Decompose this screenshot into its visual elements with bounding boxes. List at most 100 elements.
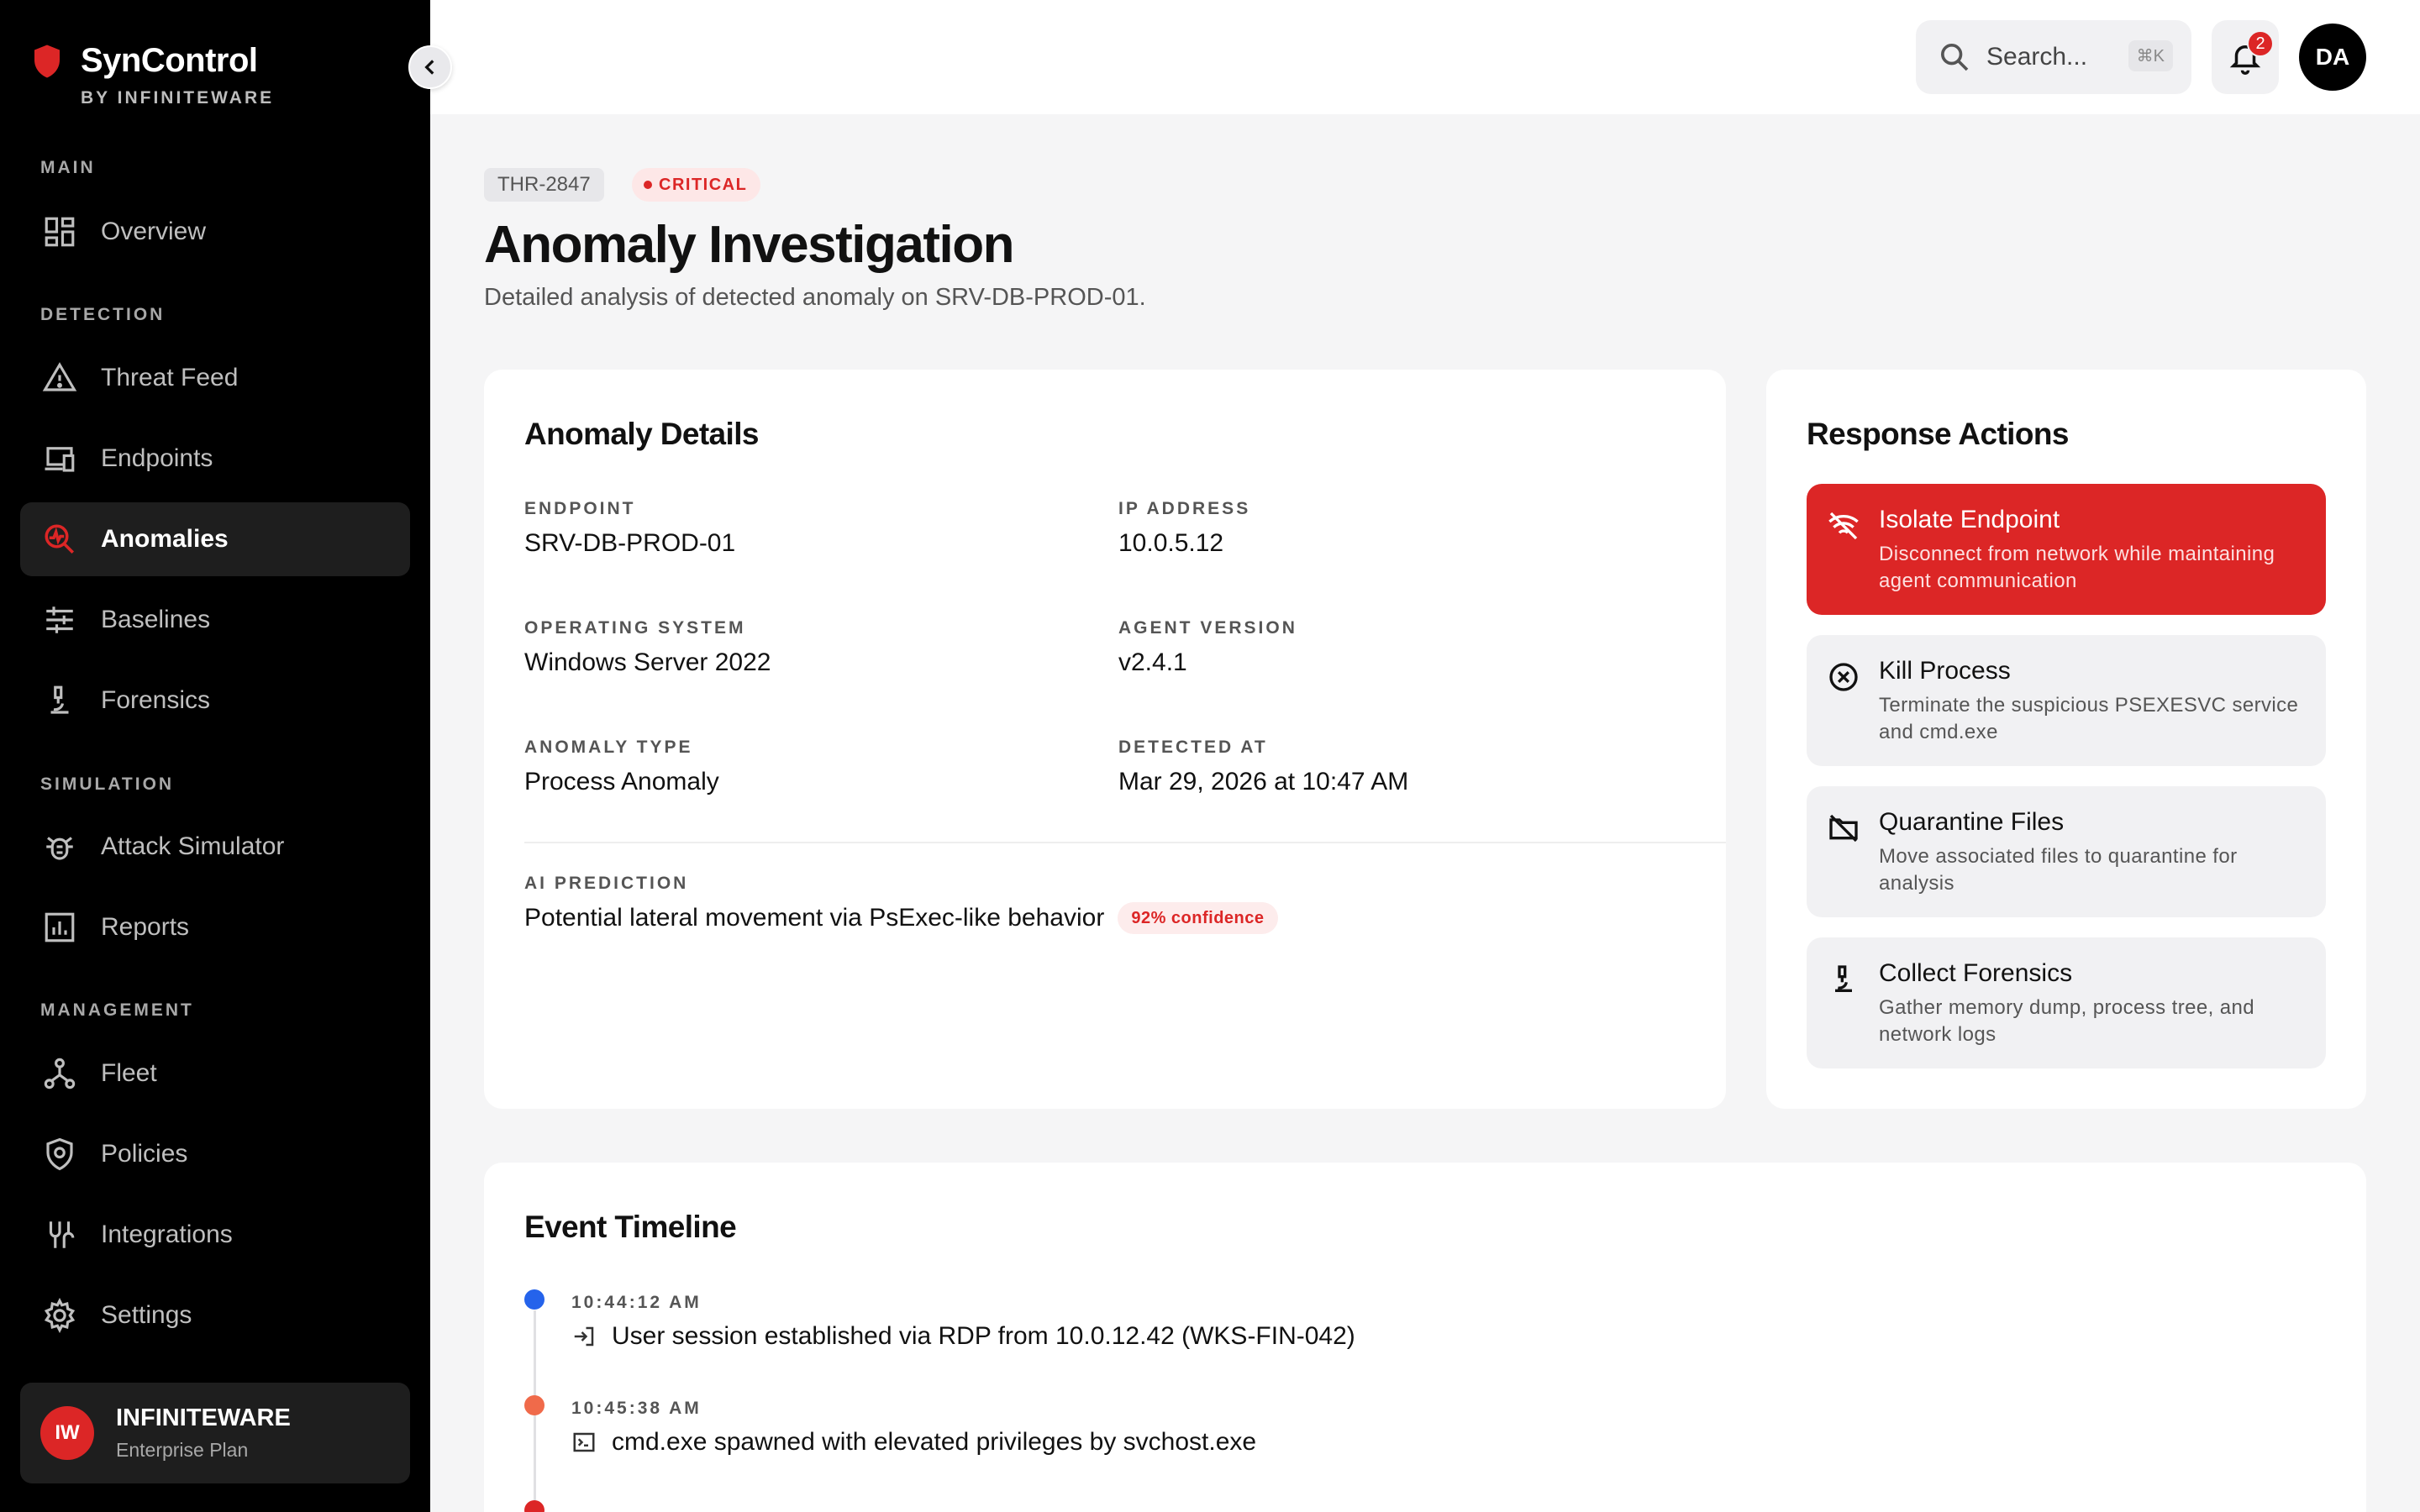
sidebar-item-baselines[interactable]: Baselines <box>20 583 410 657</box>
x-circle-icon <box>1829 663 1858 691</box>
sidebar-item-threat-feed[interactable]: Threat Feed <box>20 341 410 415</box>
collect-forensics-button[interactable]: Collect Forensics Gather memory dump, pr… <box>1807 937 2326 1068</box>
os-label: OPERATING SYSTEM <box>524 618 746 638</box>
action-description: Terminate the suspicious PSEXESVC servic… <box>1879 694 2299 743</box>
search-placeholder: Search... <box>1986 43 2088 71</box>
os-value: Windows Server 2022 <box>524 648 771 676</box>
chevron-left-icon <box>424 60 434 75</box>
severity-badge: CRITICAL <box>632 168 761 202</box>
search-input[interactable]: Search... ⌘K <box>1916 20 2191 94</box>
shield-logo-icon <box>34 45 60 77</box>
org-name: INFINITEWARE <box>116 1404 291 1431</box>
page-subtitle: Detailed analysis of detected anomaly on… <box>484 284 1146 311</box>
action-description: Disconnect from network while maintainin… <box>1879 543 2275 592</box>
nav-section-management: MANAGEMENT <box>40 1000 194 1020</box>
terminal-icon <box>573 1432 595 1452</box>
org-avatar: IW <box>40 1406 94 1460</box>
prediction-value: Potential lateral movement via PsExec-li… <box>524 904 1105 932</box>
microscope-icon <box>50 685 69 714</box>
severity-dot <box>644 181 652 189</box>
type-label: ANOMALY TYPE <box>524 738 693 757</box>
sidebar-item-settings[interactable]: Settings <box>20 1278 410 1352</box>
prediction-row: Potential lateral movement via PsExec-li… <box>524 902 1278 934</box>
action-description: Move associated files to quarantine for … <box>1879 845 2238 895</box>
sidebar-item-label: Fleet <box>101 1059 157 1087</box>
action-title: Collect Forensics <box>1879 959 2073 987</box>
event-text: cmd.exe spawned with elevated privileges… <box>612 1428 1257 1456</box>
sidebar-item-label: Threat Feed <box>101 364 239 391</box>
search-icon <box>1941 44 1969 71</box>
sidebar-item-integrations[interactable]: Integrations <box>20 1198 410 1272</box>
ip-label: IP ADDRESS <box>1118 499 1251 518</box>
anomaly-icon <box>45 524 74 554</box>
agent-label: AGENT VERSION <box>1118 618 1297 638</box>
confidence-badge: 92% confidence <box>1118 902 1278 934</box>
card-title: Response Actions <box>1807 417 2069 451</box>
sidebar-item-attack-simulator[interactable]: Attack Simulator <box>20 810 410 884</box>
sliders-icon <box>46 606 73 633</box>
folder-off-icon <box>1829 814 1858 843</box>
wifi-off-icon <box>1828 512 1859 540</box>
brand-name: SynControl <box>81 42 258 79</box>
nav-section-simulation: SIMULATION <box>40 774 175 794</box>
plug-icon <box>49 1221 75 1248</box>
sidebar-item-policies[interactable]: Policies <box>20 1117 410 1191</box>
sidebar-item-label: Anomalies <box>101 525 229 553</box>
sidebar-item-reports[interactable]: Reports <box>20 890 410 964</box>
sidebar-item-endpoints[interactable]: Endpoints <box>20 422 410 496</box>
nav-section-main: MAIN <box>40 158 96 177</box>
sidebar-item-label: Baselines <box>101 606 211 633</box>
isolate-endpoint-button[interactable]: Isolate Endpoint Disconnect from network… <box>1807 484 2326 615</box>
detected-label: DETECTED AT <box>1118 738 1268 757</box>
sidebar-item-fleet[interactable]: Fleet <box>20 1037 410 1110</box>
sidebar-item-overview[interactable]: Overview <box>20 195 410 269</box>
sidebar-item-label: Forensics <box>101 686 211 714</box>
card-title: Anomaly Details <box>524 417 759 451</box>
event-text: User session established via RDP from 10… <box>612 1322 1355 1350</box>
sidebar-item-anomalies[interactable]: Anomalies <box>20 502 410 576</box>
card-title: Event Timeline <box>524 1210 737 1244</box>
gear-icon <box>44 1298 76 1333</box>
dashboard-icon <box>45 217 75 247</box>
user-avatar[interactable]: DA <box>2299 24 2366 91</box>
collapse-sidebar-button[interactable] <box>408 45 452 89</box>
timeline-event: User session established via RDP from 10… <box>571 1322 1355 1351</box>
nav-section-detection: DETECTION <box>40 305 166 324</box>
notifications-button[interactable]: 2 <box>2212 20 2279 94</box>
sidebar: SynControl BY INFINITEWARE MAIN Overview… <box>0 0 430 1512</box>
endpoint-value: SRV-DB-PROD-01 <box>524 529 736 557</box>
sidebar-item-label: Integrations <box>101 1221 233 1248</box>
warning-icon <box>42 362 77 391</box>
type-value: Process Anomaly <box>524 768 719 795</box>
sidebar-item-label: Policies <box>101 1140 188 1168</box>
timeline-dot <box>524 1289 544 1310</box>
action-title: Kill Process <box>1879 657 2011 685</box>
timeline-event: cmd.exe spawned with elevated privileges… <box>571 1428 1256 1457</box>
event-time: 10:44:12 AM <box>571 1293 702 1312</box>
ip-value: 10.0.5.12 <box>1118 529 1224 557</box>
action-description: Gather memory dump, process tree, and ne… <box>1879 996 2254 1046</box>
prediction-label: AI PREDICTION <box>524 874 689 893</box>
org-plan: Enterprise Plan <box>116 1439 249 1461</box>
organization-switcher[interactable]: IW INFINITEWARE Enterprise Plan <box>20 1383 410 1483</box>
devices-icon <box>45 447 75 472</box>
event-time: 10:45:38 AM <box>571 1399 702 1418</box>
severity-label: CRITICAL <box>659 175 748 194</box>
endpoint-label: ENDPOINT <box>524 499 636 518</box>
sidebar-item-label: Overview <box>101 218 207 245</box>
timeline-dot <box>524 1395 544 1415</box>
search-shortcut: ⌘K <box>2128 40 2173 71</box>
network-icon <box>44 1058 76 1089</box>
sidebar-item-label: Reports <box>101 913 190 941</box>
response-actions-card: Response Actions Isolate Endpoint Discon… <box>1766 370 2366 1109</box>
agent-value: v2.4.1 <box>1118 648 1187 676</box>
sidebar-item-forensics[interactable]: Forensics <box>20 664 410 738</box>
login-icon <box>574 1326 594 1347</box>
bug-icon <box>46 837 73 860</box>
detected-value: Mar 29, 2026 at 10:47 AM <box>1118 768 1409 795</box>
quarantine-files-button[interactable]: Quarantine Files Move associated files t… <box>1807 786 2326 917</box>
brand[interactable]: SynControl BY INFINITEWARE <box>32 42 274 108</box>
shield-icon <box>46 1137 73 1171</box>
kill-process-button[interactable]: Kill Process Terminate the suspicious PS… <box>1807 635 2326 766</box>
sidebar-item-label: Attack Simulator <box>101 832 285 860</box>
